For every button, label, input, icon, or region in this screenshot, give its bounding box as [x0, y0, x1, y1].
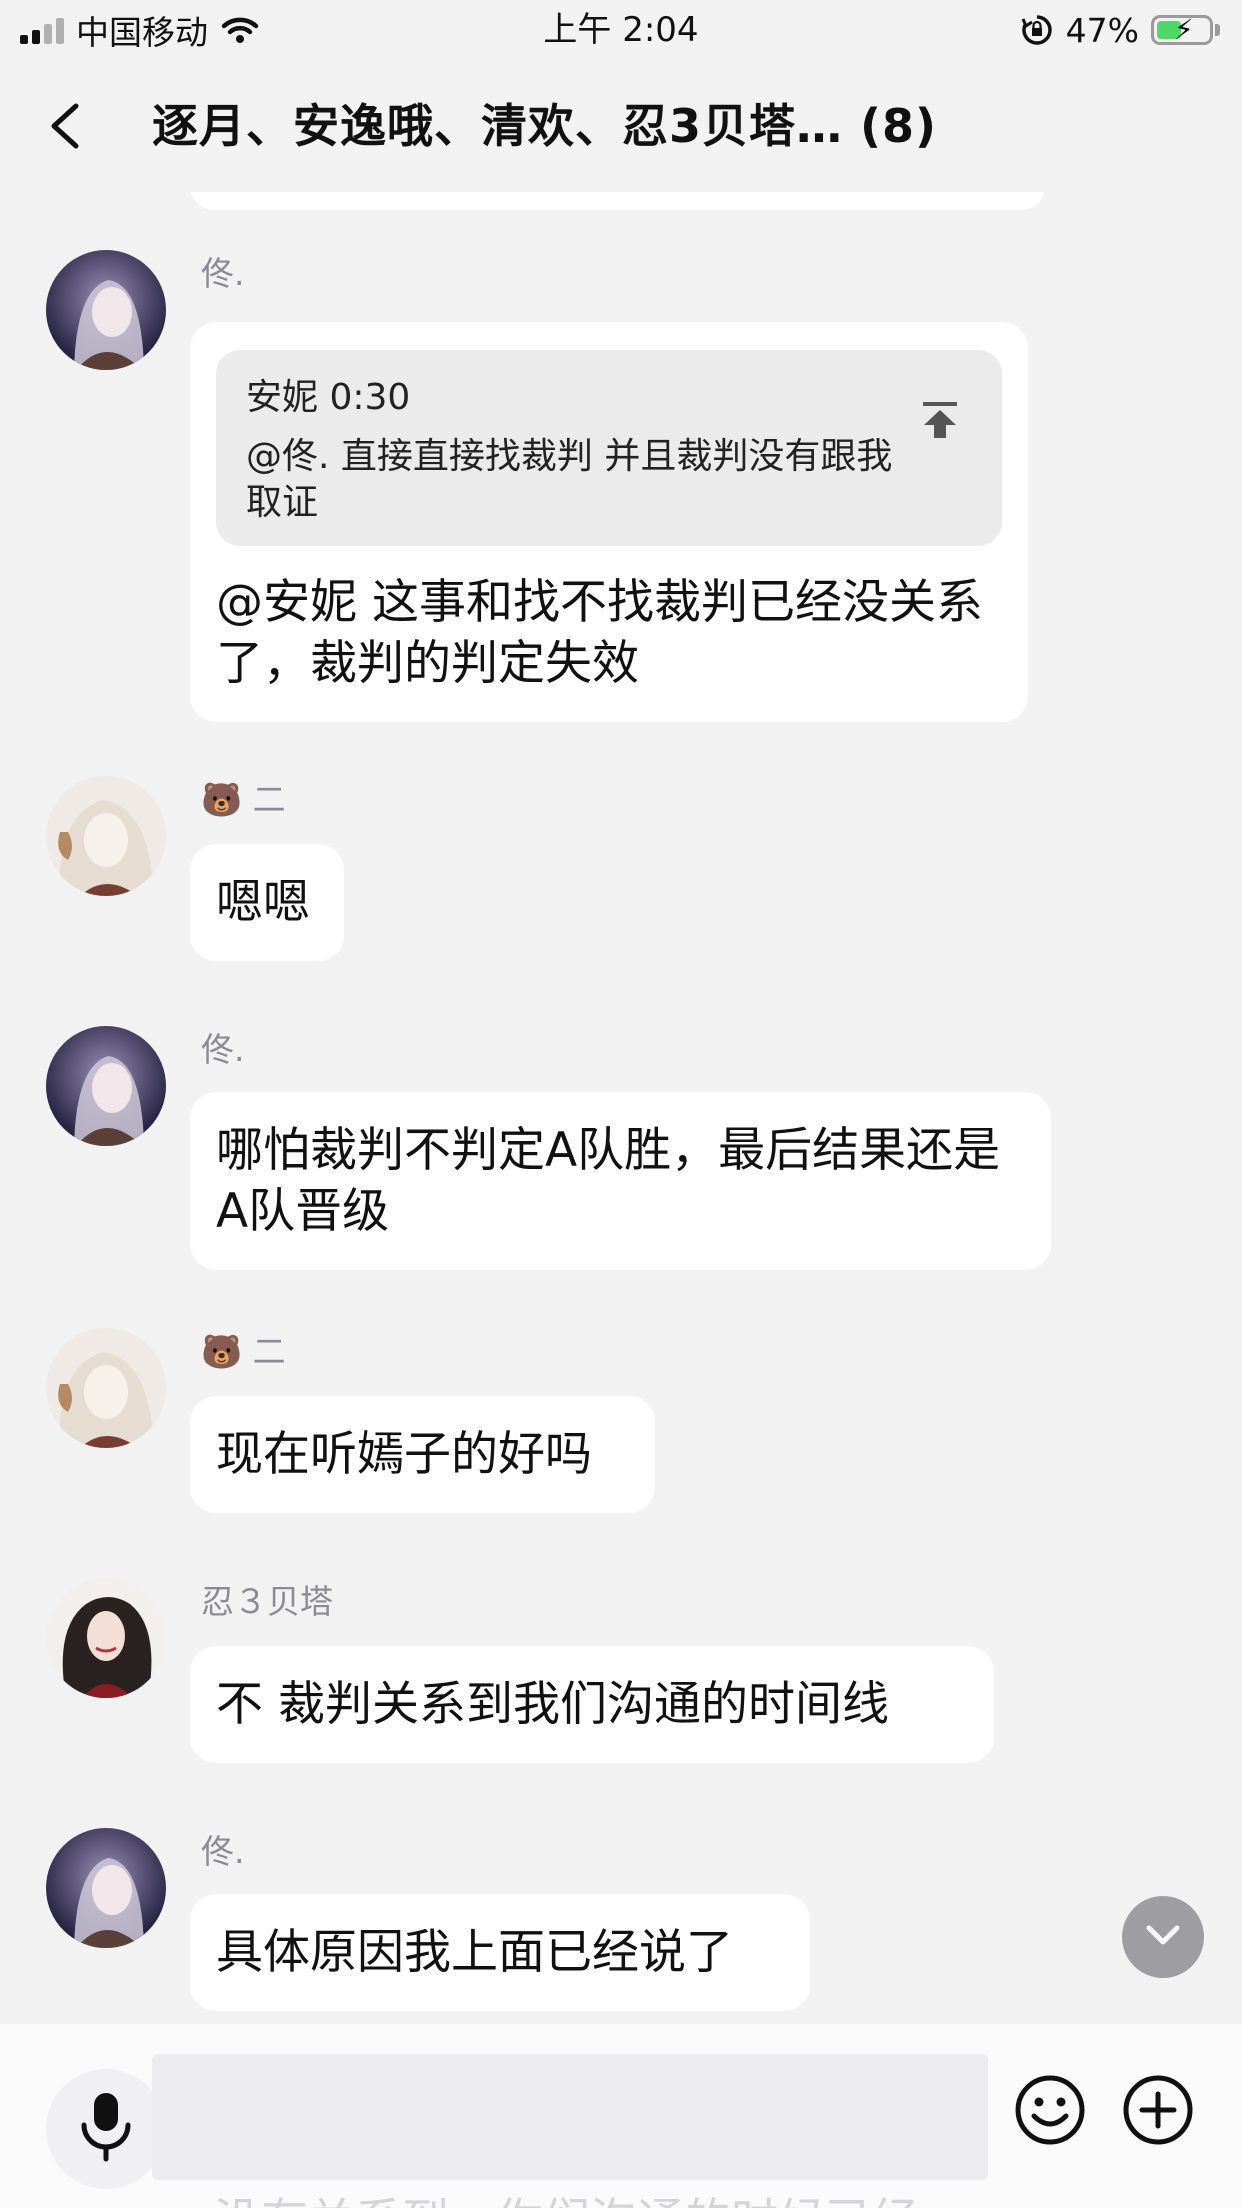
battery-icon: ⚡ [1151, 15, 1213, 45]
input-bar: 没有关系到，你们沟通的时候已经 [0, 2024, 1242, 2208]
emoji-icon[interactable] [1014, 2074, 1086, 2146]
message-input[interactable] [152, 2054, 988, 2180]
voice-button[interactable] [46, 2069, 166, 2189]
rotation-lock-icon [1021, 15, 1052, 45]
avatar[interactable] [46, 1026, 166, 1146]
message-text: @安妮 这事和找不找裁判已经没关系了，裁判的判定失效 [216, 575, 983, 691]
obscured-text: 没有关系到，你们沟通的时候已经 [214, 2182, 919, 2208]
sender-name: 忍３贝塔 [201, 1582, 333, 1621]
message-bubble[interactable]: 现在听嫣子的好吗 [190, 1396, 655, 1513]
sender-name: 🐻 二 [201, 778, 286, 822]
sender-name: 佟. [201, 1832, 245, 1871]
message-text: 具体原因我上面已经说了 [216, 1925, 733, 1980]
mic-icon [81, 2093, 131, 2162]
avatar[interactable] [46, 250, 166, 370]
bear-emoji: 🐻 [201, 1332, 243, 1371]
avatar[interactable] [46, 776, 166, 896]
avatar[interactable] [46, 1578, 166, 1698]
chat-title[interactable]: 逐月、安逸哦、清欢、忍3贝塔… (8) [152, 96, 937, 156]
message-text: 现在听嫣子的好吗 [216, 1427, 592, 1482]
message-text: 嗯嗯 [216, 875, 310, 930]
scroll-top-icon[interactable] [920, 400, 960, 440]
message-text: 不 裁判关系到我们沟通的时间线 [216, 1677, 889, 1732]
quote-author-time: 安妮 0:30 [246, 377, 411, 418]
message-bubble[interactable]: 哪怕裁判不判定A队胜，最后结果还是A队晋级 [190, 1092, 1051, 1270]
sender-name-text: 二 [252, 780, 286, 819]
bear-emoji: 🐻 [201, 780, 243, 819]
message-bubble[interactable]: 不 裁判关系到我们沟通的时间线 [190, 1646, 994, 1763]
scroll-down-icon [1146, 1925, 1180, 1945]
back-icon[interactable] [40, 98, 96, 154]
message-list[interactable]: 佟. 安妮 0:30 @佟. 直接直接找裁判 并且裁判没有跟我取证 @安妮 这事… [0, 192, 1242, 2024]
plus-icon[interactable] [1122, 2074, 1194, 2146]
chat-header: 逐月、安逸哦、清欢、忍3贝塔… (8) [0, 60, 1242, 192]
avatar[interactable] [46, 1828, 166, 1948]
status-bar: 中国移动 上午 2:04 47% ⚡ [0, 0, 1242, 60]
sender-name-text: 二 [252, 1332, 286, 1371]
message-bubble[interactable]: 具体原因我上面已经说了 [190, 1894, 810, 2011]
message-bubble[interactable]: 嗯嗯 [190, 844, 344, 961]
message-text: 哪怕裁判不判定A队胜，最后结果还是A队晋级 [216, 1123, 1001, 1239]
sender-name: 🐻 二 [201, 1330, 286, 1374]
battery-percent: 47% [1065, 10, 1139, 50]
message-bubble[interactable]: 安妮 0:30 @佟. 直接直接找裁判 并且裁判没有跟我取证 @安妮 这事和找不… [190, 322, 1028, 722]
quoted-message[interactable]: 安妮 0:30 @佟. 直接直接找裁判 并且裁判没有跟我取证 [216, 350, 1002, 546]
sender-name: 佟. [201, 1030, 245, 1069]
partial-message-bubble [190, 192, 1045, 210]
avatar[interactable] [46, 1328, 166, 1448]
quote-text: @佟. 直接直接找裁判 并且裁判没有跟我取证 [246, 436, 893, 523]
sender-name: 佟. [201, 254, 245, 293]
scroll-down-button[interactable] [1122, 1896, 1204, 1978]
